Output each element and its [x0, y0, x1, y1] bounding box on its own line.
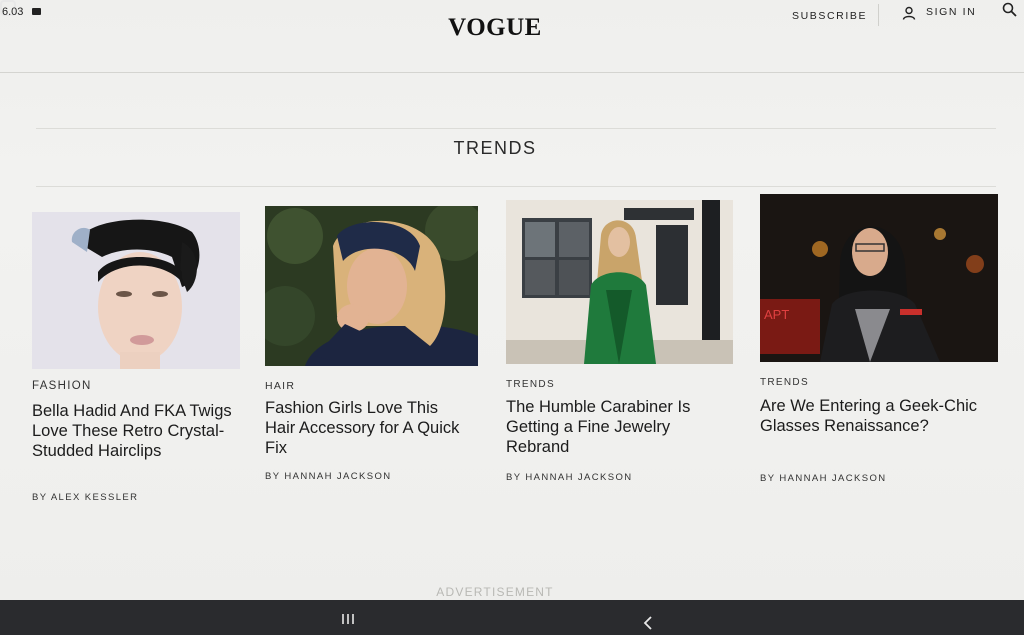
site-header: VOGUE SUBSCRIBE SIGN IN — [0, 0, 1024, 73]
article-headline[interactable]: The Humble Carabiner Is Getting a Fine J… — [506, 397, 736, 457]
recent-apps-icon[interactable] — [336, 612, 360, 626]
user-icon[interactable] — [902, 6, 916, 20]
svg-text:APT: APT — [764, 307, 789, 322]
article-headline[interactable]: Are We Entering a Geek-Chic Glasses Rena… — [760, 396, 1000, 436]
article-category[interactable]: TRENDS — [760, 377, 809, 388]
header-divider — [878, 4, 879, 26]
back-icon[interactable] — [640, 616, 656, 630]
advertisement-label: ADVERTISEMENT — [436, 585, 554, 599]
article-image[interactable] — [506, 200, 733, 364]
article-category[interactable]: TRENDS — [506, 379, 555, 390]
article-card[interactable]: HAIR Fashion Girls Love This Hair Access… — [265, 206, 480, 496]
vogue-logo[interactable]: VOGUE — [440, 14, 550, 42]
search-icon[interactable] — [1002, 2, 1017, 17]
article-image[interactable] — [265, 206, 478, 366]
section-divider-bottom — [36, 186, 996, 187]
article-category[interactable]: FASHION — [32, 380, 92, 392]
article-image[interactable] — [32, 212, 240, 369]
article-headline[interactable]: Bella Hadid And FKA Twigs Love These Ret… — [32, 401, 232, 461]
screen: 6.03 VOGUE SUBSCRIBE SIGN IN TRENDS FASH… — [0, 0, 1024, 635]
system-nav-bar — [0, 600, 1024, 635]
article-byline: BY ALEX KESSLER — [32, 492, 139, 503]
subscribe-link[interactable]: SUBSCRIBE — [792, 10, 867, 22]
article-byline: BY HANNAH JACKSON — [265, 471, 392, 482]
article-card[interactable]: TRENDS The Humble Carabiner Is Getting a… — [506, 200, 736, 490]
article-headline[interactable]: Fashion Girls Love This Hair Accessory f… — [265, 398, 465, 458]
article-card[interactable]: FASHION Bella Hadid And FKA Twigs Love T… — [32, 212, 242, 512]
section-divider-top — [36, 128, 996, 129]
article-image[interactable]: APT — [760, 194, 998, 362]
sign-in-link[interactable]: SIGN IN — [926, 6, 976, 18]
section-title: TRENDS — [453, 138, 537, 158]
article-category[interactable]: HAIR — [265, 380, 295, 392]
article-card[interactable]: APT TRENDS Are We Entering a Geek-Chic G… — [760, 194, 1000, 484]
article-byline: BY HANNAH JACKSON — [760, 473, 887, 484]
article-byline: BY HANNAH JACKSON — [506, 472, 633, 483]
